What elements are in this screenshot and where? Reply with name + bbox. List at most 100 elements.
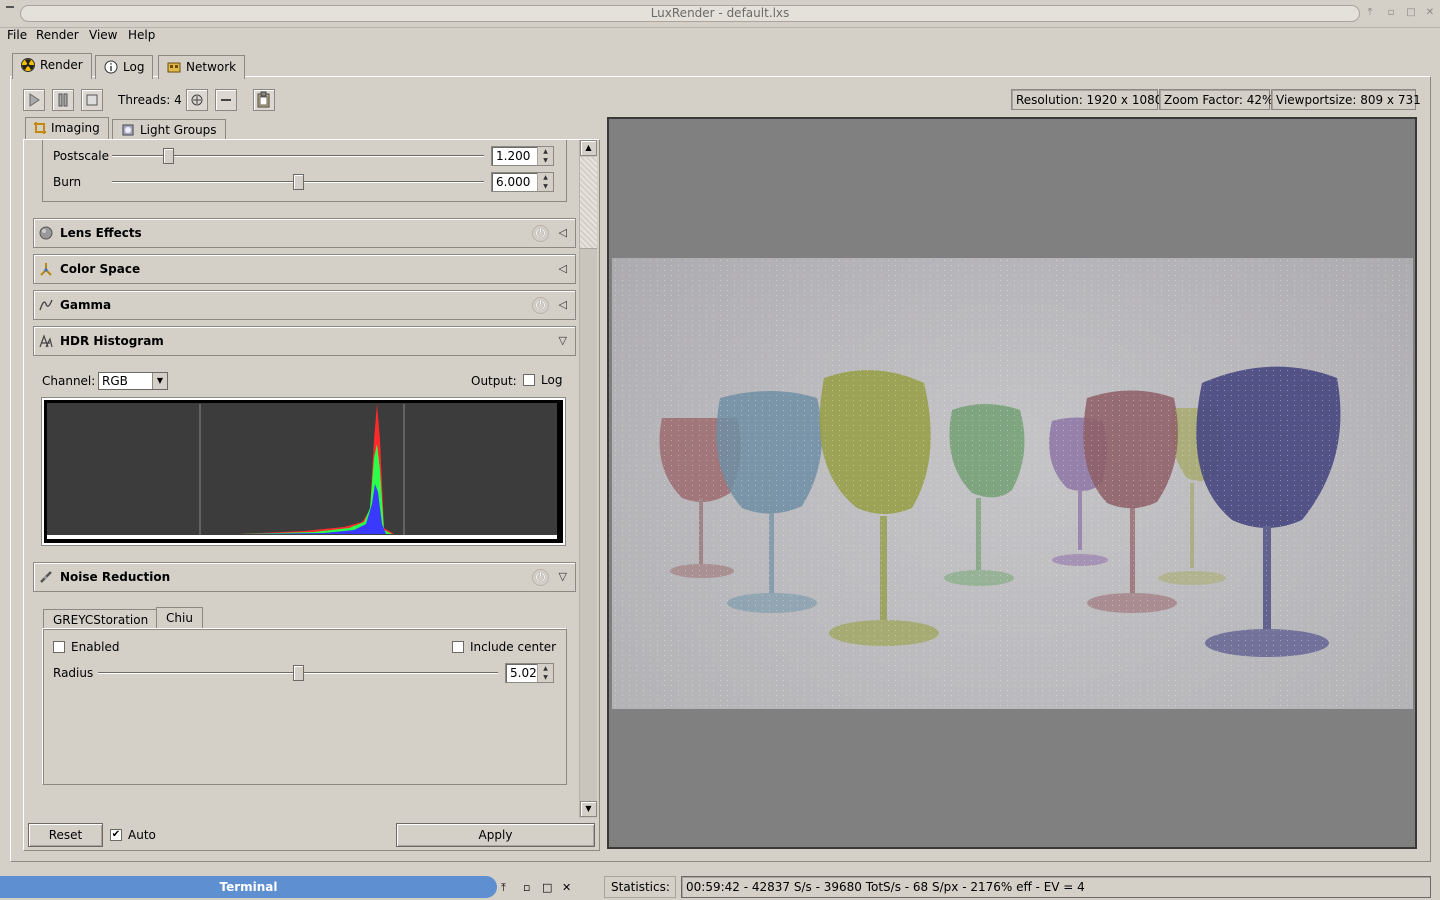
histogram-background <box>47 403 557 535</box>
minimize-icon[interactable]: ▫ <box>523 881 530 894</box>
postscale-spinbox[interactable]: 1.200 ▲ ▼ <box>491 146 554 166</box>
brush-icon <box>40 571 52 583</box>
tab-network[interactable]: Network <box>158 55 246 79</box>
menu-bar: File Render View Help <box>0 28 1440 46</box>
checkmark-icon: ✔ <box>111 829 121 840</box>
power-icon[interactable]: ⏻ <box>532 569 549 586</box>
minimize-icon[interactable]: ▫ <box>1385 7 1397 19</box>
network-icon <box>167 62 181 73</box>
statistics-label: Statistics: <box>604 876 676 898</box>
tonemap-group <box>42 140 567 202</box>
menu-render[interactable]: Render <box>36 28 79 42</box>
collapse-down-icon[interactable]: ▽ <box>559 570 567 583</box>
menu-help[interactable]: Help <box>128 28 155 42</box>
power-icon[interactable]: ⏻ <box>532 297 549 314</box>
menu-view[interactable]: View <box>89 28 117 42</box>
add-thread-button[interactable] <box>186 89 208 111</box>
title-pill <box>20 5 1360 22</box>
scroll-thumb[interactable] <box>580 157 597 249</box>
render-viewport[interactable] <box>607 117 1417 849</box>
postscale-slider-handle[interactable] <box>162 148 174 164</box>
tab-greycstoration[interactable]: GREYCStoration <box>43 609 159 629</box>
channel-label: Channel: <box>42 374 96 388</box>
burn-label: Burn <box>53 175 82 189</box>
menu-file[interactable]: File <box>7 28 27 42</box>
enabled-checkbox[interactable] <box>53 641 65 653</box>
remove-thread-button[interactable] <box>215 89 237 111</box>
tab-chiu[interactable]: Chiu <box>156 607 203 629</box>
section-hdr-histogram[interactable]: HDR Histogram ▽ <box>33 326 576 356</box>
tab-render[interactable]: Render <box>12 53 92 79</box>
tab-log[interactable]: Log <box>95 55 154 79</box>
section-noise-reduction[interactable]: Noise Reduction ⏻ ▽ <box>33 562 576 592</box>
play-button[interactable] <box>23 89 45 111</box>
spin-arrows-icon[interactable]: ▲ ▼ <box>537 664 553 682</box>
include-center-checkbox[interactable] <box>452 641 464 653</box>
tab-network-label: Network <box>186 60 237 74</box>
plus-icon <box>191 94 203 106</box>
burn-value: 6.000 <box>496 175 531 189</box>
window-titlebar: LuxRender - default.lxs ⤒ ▫ □ ✕ <box>0 0 1440 28</box>
resolution-info: Resolution: 1920 x 1080 <box>1011 89 1162 110</box>
section-gamma-title: Gamma <box>60 298 112 312</box>
log-checkbox[interactable] <box>523 374 535 386</box>
zoom-info: Zoom Factor: 42% <box>1159 89 1273 110</box>
minus-icon <box>221 99 231 101</box>
stop-icon <box>86 94 98 106</box>
section-lens-effects-title: Lens Effects <box>60 226 142 240</box>
expand-left-icon[interactable]: ◁ <box>559 262 567 275</box>
tab-log-label: Log <box>123 60 145 74</box>
radiation-icon <box>21 58 35 72</box>
terminal-taskbar[interactable]: Terminal <box>0 876 497 898</box>
stop-button[interactable] <box>81 89 103 111</box>
tab-imaging[interactable]: Imaging <box>25 117 109 140</box>
auto-label: Auto <box>128 828 156 842</box>
rendered-image <box>612 258 1413 709</box>
maximize-icon[interactable]: □ <box>542 881 552 894</box>
clipboard-icon <box>257 91 270 108</box>
close-icon[interactable]: ✕ <box>1424 7 1436 19</box>
histogram-baseline <box>47 535 557 539</box>
scroll-down-icon[interactable]: ▼ <box>580 801 597 817</box>
render-noise <box>612 258 1413 709</box>
spin-arrows-icon[interactable]: ▲ ▼ <box>537 173 553 191</box>
maximize-icon[interactable]: □ <box>1405 7 1417 19</box>
panel-scrollbar[interactable]: ▲ ▼ <box>579 140 597 818</box>
window-menu-icon[interactable] <box>6 6 14 8</box>
gamma-icon <box>39 299 53 311</box>
copy-to-clipboard-button[interactable] <box>253 89 275 111</box>
radius-spinbox[interactable]: 5.02 ▲ ▼ <box>505 663 554 683</box>
lens-icon <box>39 226 53 240</box>
burn-spinbox[interactable]: 6.000 ▲ ▼ <box>491 172 554 192</box>
tab-light-groups[interactable]: Light Groups <box>112 119 226 140</box>
postscale-label: Postscale <box>53 149 110 163</box>
chevron-down-icon[interactable]: ▼ <box>152 373 167 389</box>
close-icon[interactable]: ✕ <box>562 881 571 894</box>
shade-icon[interactable]: ⤒ <box>501 881 506 895</box>
channel-select[interactable]: RGB ▼ <box>98 372 168 390</box>
section-noise-reduction-title: Noise Reduction <box>60 570 171 584</box>
section-color-space-title: Color Space <box>60 262 141 276</box>
apply-button[interactable]: Apply <box>396 823 595 847</box>
section-gamma[interactable]: Gamma ⏻ ◁ <box>33 290 576 320</box>
spin-arrows-icon[interactable]: ▲ ▼ <box>537 147 553 165</box>
histogram-icon <box>39 334 53 348</box>
log-label: Log <box>541 373 563 387</box>
power-icon[interactable]: ⏻ <box>532 225 549 242</box>
shade-icon[interactable]: ⤒ <box>1364 7 1376 19</box>
auto-checkbox[interactable]: ✔ <box>110 829 122 841</box>
include-center-label: Include center <box>470 640 557 654</box>
section-hdr-histogram-title: HDR Histogram <box>60 334 164 348</box>
collapse-down-icon[interactable]: ▽ <box>559 334 567 347</box>
radius-slider-handle[interactable] <box>293 665 304 681</box>
radius-value: 5.02 <box>510 666 537 680</box>
expand-left-icon[interactable]: ◁ <box>559 298 567 311</box>
expand-left-icon[interactable]: ◁ <box>559 226 567 239</box>
crop-icon <box>34 122 46 134</box>
reset-button[interactable]: Reset <box>28 823 103 847</box>
section-lens-effects[interactable]: Lens Effects ⏻ ◁ <box>33 218 576 248</box>
scroll-up-icon[interactable]: ▲ <box>580 140 597 156</box>
pause-button[interactable] <box>52 89 74 111</box>
burn-slider-handle[interactable] <box>293 174 304 190</box>
section-color-space[interactable]: Color Space ◁ <box>33 254 576 284</box>
